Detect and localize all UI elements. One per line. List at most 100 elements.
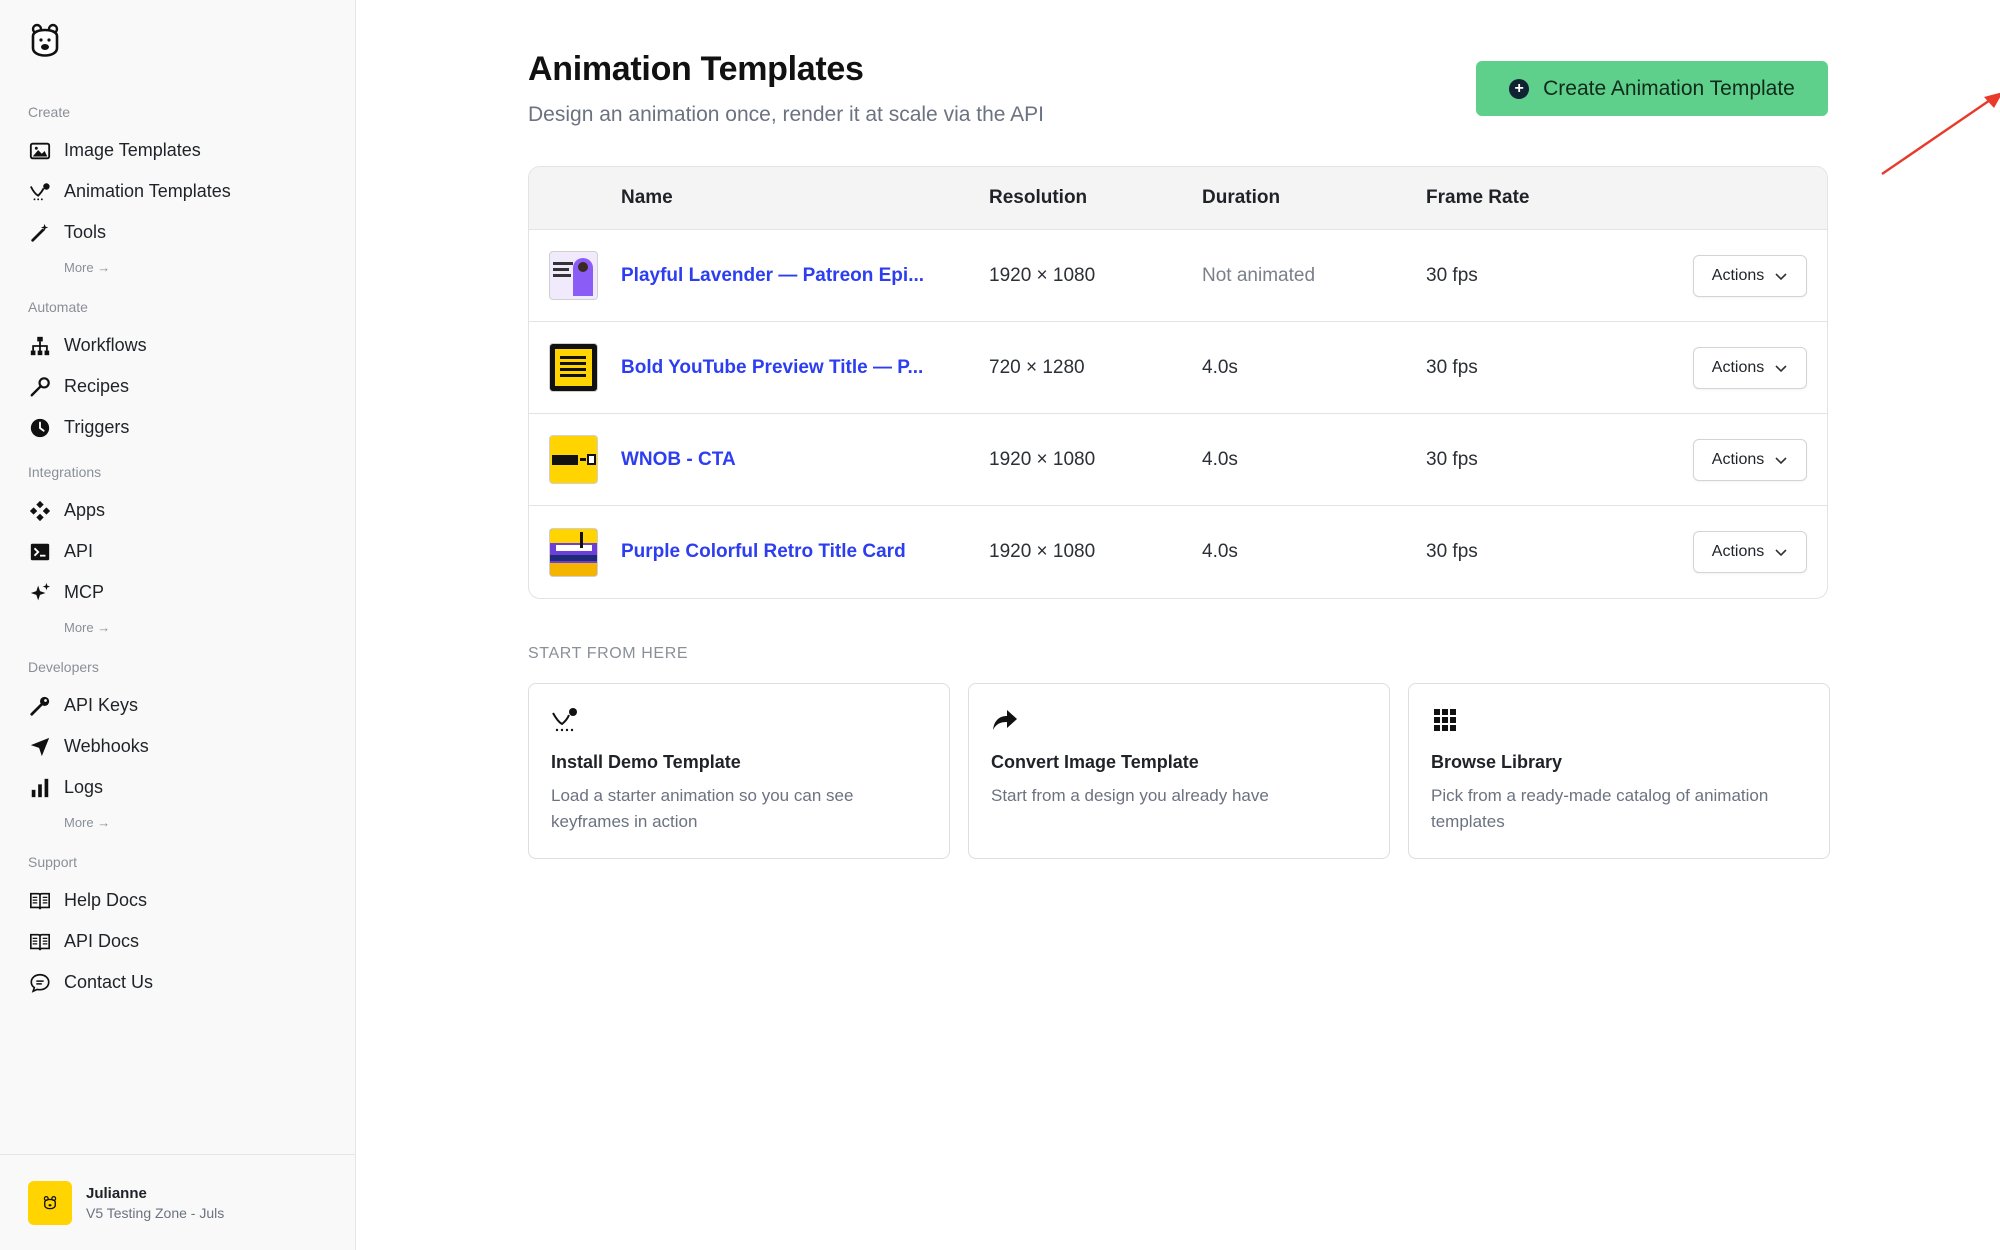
page-subtitle: Design an animation once, render it at s… — [528, 103, 1044, 126]
sidebar-item-label: Contact Us — [64, 972, 154, 992]
sidebar-item-webhooks[interactable]: Webhooks — [28, 726, 338, 767]
send-icon — [28, 735, 52, 759]
more-link-create[interactable]: More → — [28, 253, 338, 283]
column-header-frame-rate[interactable]: Frame Rate — [1426, 187, 1626, 209]
user-name: Julianne — [86, 1184, 147, 1202]
apps-icon — [28, 499, 52, 523]
sidebar-item-tools[interactable]: Tools — [28, 212, 338, 253]
sidebar-item-label: Triggers — [64, 417, 130, 437]
chevron-down-icon — [1775, 272, 1787, 280]
create-animation-template-button[interactable]: + Create Animation Template — [1476, 61, 1828, 116]
card-title: Convert Image Template — [991, 752, 1199, 772]
actions-dropdown-button[interactable]: Actions — [1693, 531, 1807, 573]
sidebar-item-recipes[interactable]: Recipes — [28, 366, 338, 407]
more-link-integrations[interactable]: More → — [28, 613, 338, 643]
template-name-link[interactable]: Bold YouTube Preview Title — P... — [621, 357, 989, 379]
sidebar-item-triggers[interactable]: Triggers — [28, 407, 338, 448]
sidebar-item-mcp[interactable]: MCP — [28, 572, 338, 613]
section-title-automate: Automate — [28, 299, 88, 315]
template-name-link[interactable]: WNOB - CTA — [621, 449, 989, 471]
column-header-resolution[interactable]: Resolution — [989, 187, 1202, 209]
template-thumbnail[interactable] — [549, 343, 598, 392]
template-resolution: 1920 × 1080 — [989, 541, 1096, 562]
bar-chart-icon — [28, 776, 52, 800]
card-description: Load a starter animation so you can see … — [551, 786, 854, 831]
template-resolution: 1920 × 1080 — [989, 448, 1096, 470]
actions-cell: Actions — [1626, 346, 1827, 389]
more-link-developers[interactable]: More → — [28, 808, 338, 838]
column-header-name[interactable]: Name — [621, 187, 989, 209]
template-thumbnail[interactable] — [549, 527, 598, 577]
convert-image-template-card[interactable]: Convert Image Template Start from a desi… — [968, 683, 1390, 859]
sidebar-item-image-templates[interactable]: Image Templates — [28, 130, 338, 171]
sparkle-icon — [28, 581, 52, 605]
actions-label: Actions — [1711, 266, 1765, 284]
template-frame-rate: 30 fps — [1426, 264, 1478, 286]
sidebar-item-api-keys[interactable]: API Keys — [28, 685, 338, 726]
sidebar-item-label: MCP — [64, 582, 104, 602]
sidebar-item-label: Workflows — [64, 335, 147, 355]
section-title-integrations: Integrations — [28, 464, 102, 480]
template-frame-rate: 30 fps — [1426, 541, 1478, 562]
chevron-down-icon — [1775, 549, 1787, 557]
bear-logo-icon[interactable] — [28, 20, 62, 64]
sidebar-item-label: Help Docs — [64, 890, 148, 910]
template-thumbnail[interactable] — [549, 251, 598, 300]
book-icon — [28, 889, 52, 913]
actions-cell: Actions — [1626, 254, 1827, 297]
section-title-developers: Developers — [28, 659, 99, 675]
table-row[interactable]: Playful Lavender — Patreon Epi... 1920 ×… — [529, 230, 1827, 322]
key-icon — [28, 694, 52, 718]
sidebar-item-help-docs[interactable]: Help Docs — [28, 880, 338, 921]
template-duration: 4.0s — [1202, 356, 1238, 378]
image-icon — [28, 139, 52, 163]
install-demo-template-card[interactable]: Install Demo Template Load a starter ani… — [528, 683, 950, 859]
sidebar-item-contact-us[interactable]: Contact Us — [28, 962, 338, 1003]
share-arrow-icon — [991, 706, 1019, 734]
actions-dropdown-button[interactable]: Actions — [1693, 346, 1807, 389]
actions-dropdown-button[interactable]: Actions — [1693, 254, 1807, 297]
template-resolution: 1920 × 1080 — [989, 264, 1096, 286]
template-resolution: 720 × 1280 — [989, 356, 1085, 378]
template-duration: 4.0s — [1202, 541, 1238, 562]
plus-circle-icon: + — [1509, 78, 1530, 99]
avatar — [28, 1180, 72, 1225]
chat-icon — [28, 971, 52, 995]
thumb-cell — [529, 343, 621, 392]
actions-dropdown-button[interactable]: Actions — [1693, 438, 1807, 481]
template-frame-rate: 30 fps — [1426, 448, 1478, 470]
sidebar-item-api[interactable]: API — [28, 531, 338, 572]
template-name-link[interactable]: Playful Lavender — Patreon Epi... — [621, 265, 989, 287]
start-from-here-label: START FROM HERE — [528, 645, 689, 662]
start-cards: Install Demo Template Load a starter ani… — [528, 683, 1830, 859]
actions-cell: Actions — [1626, 531, 1827, 573]
sidebar-item-apps[interactable]: Apps — [28, 490, 338, 531]
actions-label: Actions — [1711, 358, 1765, 376]
user-account[interactable]: Julianne V5 Testing Zone - Juls — [0, 1154, 356, 1250]
sidebar-item-logs[interactable]: Logs — [28, 767, 338, 808]
sidebar-item-workflows[interactable]: Workflows — [28, 325, 338, 366]
wrench-icon — [28, 375, 52, 399]
card-description: Start from a design you already have — [991, 786, 1269, 805]
chevron-down-icon — [1775, 364, 1787, 372]
browse-library-card[interactable]: Browse Library Pick from a ready-made ca… — [1408, 683, 1830, 859]
table-row[interactable]: Purple Colorful Retro Title Card 1920 × … — [529, 506, 1827, 598]
column-header-duration[interactable]: Duration — [1202, 187, 1426, 209]
template-thumbnail[interactable] — [549, 435, 598, 484]
template-name-link[interactable]: Purple Colorful Retro Title Card — [621, 541, 989, 563]
chevron-down-icon — [1775, 456, 1787, 464]
template-duration: 4.0s — [1202, 448, 1238, 470]
sidebar-item-label: API Docs — [64, 931, 140, 951]
clock-icon — [28, 416, 52, 440]
sidebar-item-animation-templates[interactable]: Animation Templates — [28, 171, 338, 212]
table-row[interactable]: Bold YouTube Preview Title — P... 720 × … — [529, 322, 1827, 414]
actions-label: Actions — [1711, 543, 1765, 560]
user-org: V5 Testing Zone - Juls — [86, 1204, 225, 1221]
sidebar-item-label: Image Templates — [64, 140, 201, 160]
create-button-label: Create Animation Template — [1543, 76, 1795, 100]
animation-icon — [28, 180, 52, 204]
page-title: Animation Templates — [528, 50, 864, 88]
table-row[interactable]: WNOB - CTA 1920 × 1080 4.0s 30 fps Actio… — [529, 414, 1827, 506]
sidebar-item-api-docs[interactable]: API Docs — [28, 921, 338, 962]
annotation-arrow-icon — [1881, 92, 2000, 175]
